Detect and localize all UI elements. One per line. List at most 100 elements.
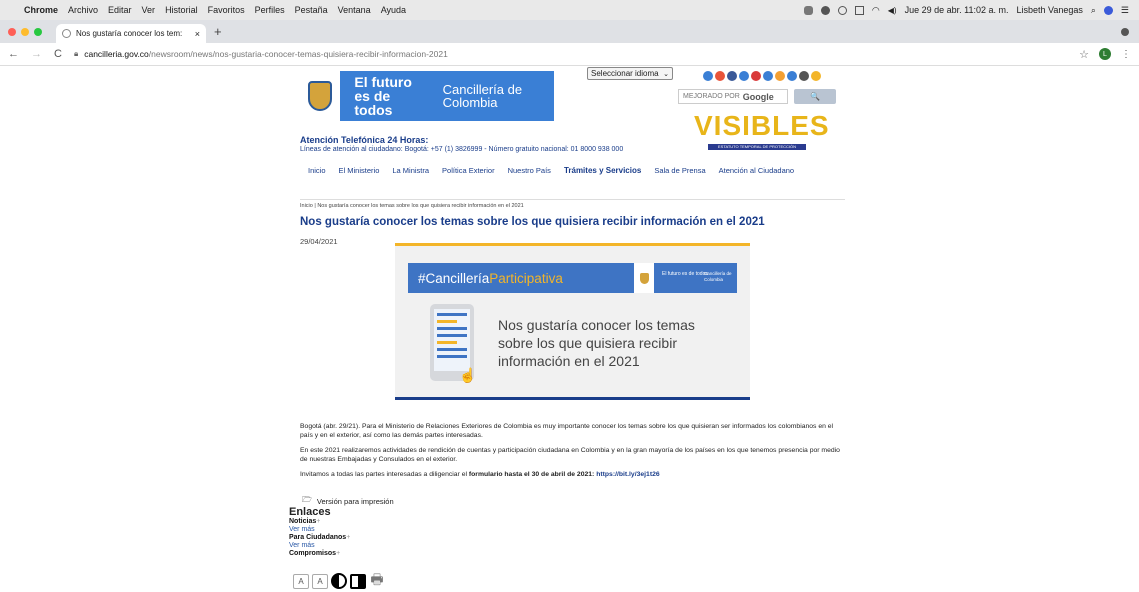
menu-perfiles[interactable]: Perfiles [255,5,285,15]
expand-plus-icon[interactable]: + [336,550,340,557]
article-paragraph-1: Bogotá (abr. 29/21). Para el Ministerio … [300,423,834,439]
search-button[interactable]: 🔍 [794,89,836,104]
increase-font-button[interactable]: A [293,573,309,589]
wifi-icon[interactable]: ◠ [872,5,880,16]
grayscale-icon[interactable] [350,573,366,589]
nav-politica-exterior[interactable]: Política Exterior [442,166,495,175]
decrease-font-button[interactable]: A [312,573,328,589]
cloud-icon[interactable] [820,5,830,15]
time-machine-icon[interactable] [837,5,847,15]
lock-icon[interactable]: 🔒︎ [74,49,78,59]
ciudadanos-label: Para Ciudadanos [289,534,347,541]
hashtag-part-b: Participativa [489,270,563,286]
menu-pestana[interactable]: Pestaña [295,5,328,15]
enlaces-compromisos[interactable]: Compromisos+ [289,550,489,558]
article-date: 29/04/2021 [300,237,338,246]
gov-banner-logo[interactable]: El futuro es de todos Cancillería de Col… [300,71,554,121]
bookmark-star-icon[interactable]: ☆ [1079,48,1089,61]
site-favicon-icon [62,29,71,38]
social-network-icon[interactable] [751,71,761,81]
menu-ayuda[interactable]: Ayuda [381,5,406,15]
nav-el-ministerio[interactable]: El Ministerio [339,166,380,175]
browser-tab-active[interactable]: Nos gustaría conocer los tem: × [56,24,206,43]
menu-favoritos[interactable]: Favoritos [208,5,245,15]
expand-plus-icon[interactable]: + [346,534,350,541]
siri-icon[interactable] [1103,5,1113,15]
tab-search-icon[interactable] [1121,27,1129,36]
article-paragraph-3: Invitamos a todas las partes interesadas… [300,470,845,479]
mini-shield-icon [634,263,654,293]
url-text[interactable]: cancilleria.gov.co/newsroom/news/nos-gus… [84,49,448,59]
expand-plus-icon[interactable]: + [316,518,320,525]
menu-archivo[interactable]: Archivo [68,5,98,15]
new-tab-button[interactable]: + [214,24,222,39]
control-center-icon[interactable]: ☰ [1121,5,1129,16]
breadcrumb[interactable]: Inicio | Nos gustaría conocer los temas … [300,199,845,209]
social-network-icon[interactable] [811,71,821,81]
back-arrow-icon[interactable]: ← [8,48,19,60]
google-brand: Google [742,91,774,102]
ver-mas-ciudadanos-link[interactable]: Ver más [289,542,489,550]
visibles-word: VISIBLES [694,110,830,141]
visibles-banner[interactable]: VISIBLES ESTATUTO TEMPORAL DE PROTECCIÓN [694,110,842,156]
social-network-icon[interactable] [799,71,809,81]
menubar-datetime[interactable]: Jue 29 de abr. 11:02 a. m. [905,5,1009,15]
futuro-tagline: El futuro es de todos [354,74,412,118]
chrome-menu-icon[interactable]: ⋮ [1121,49,1131,60]
nav-atencion-al-ciudadano[interactable]: Atención al Ciudadano [719,166,794,175]
article-body: Bogotá (abr. 29/21). Para el Ministerio … [300,422,845,485]
minimize-window-button[interactable] [21,27,29,36]
menu-historial[interactable]: Historial [165,5,198,15]
search-input[interactable]: MEJORADO POR Google [678,89,788,104]
pointer-hand-icon: ☝ [459,367,477,383]
enlaces-ciudadanos[interactable]: Para Ciudadanos+ [289,534,489,542]
nav-tramites-y-servicios[interactable]: Trámites y Servicios [564,166,641,175]
forward-arrow-icon[interactable]: → [31,48,42,60]
ver-mas-noticias-link[interactable]: Ver más [289,526,489,534]
form-link[interactable]: https://bit.ly/3ej1t26 [596,471,659,478]
bluetooth-icon[interactable] [854,5,864,15]
contrast-icon[interactable] [331,573,347,589]
image-cancilleria: Cancillería de Colombia [704,271,732,282]
macos-menubar: Chrome Archivo Editar Ver Historial Favo… [0,0,1139,20]
tab-title: Nos gustaría conocer los tem: [76,29,183,38]
social-network-icon[interactable] [763,71,773,81]
zoom-window-button[interactable] [34,27,42,36]
print-icon[interactable]: 🖶 [369,571,385,589]
status-app-icon[interactable] [803,5,813,15]
menu-ver[interactable]: Ver [142,5,156,15]
enlaces-noticias[interactable]: Noticias+ [289,518,489,526]
social-network-icon[interactable] [703,71,713,81]
nav-nuestro-pais[interactable]: Nuestro País [508,166,551,175]
profile-avatar[interactable]: L [1099,48,1111,60]
enlaces-heading: Enlaces [289,506,331,518]
url-path: /newsroom/news/nos-gustaria-conocer-tema… [148,49,448,59]
enlaces-section: Enlaces Noticias+ Ver más Para Ciudadano… [289,506,489,558]
atencion-lineas: Líneas de atención al ciudadano: Bogotá:… [300,146,624,153]
close-window-button[interactable] [8,27,16,36]
language-select[interactable]: Seleccionar idioma ⌄ [587,67,673,80]
social-network-icon[interactable] [727,71,737,81]
image-message: Nos gustaría conocer los temas sobre los… [498,317,695,369]
article-title: Nos gustaría conocer los temas sobre los… [300,216,765,228]
menubar-user[interactable]: Lisbeth Vanegas [1016,5,1082,15]
menu-app-name[interactable]: Chrome [24,5,58,15]
social-network-icon[interactable] [775,71,785,81]
social-network-icon[interactable] [787,71,797,81]
nav-sala-de-prensa[interactable]: Sala de Prensa [654,166,705,175]
reload-icon[interactable]: C [54,48,62,60]
article-feature-image: #CancilleríaParticipativa El futuro es d… [395,243,750,400]
volume-icon[interactable]: ◀) [888,6,897,15]
browser-toolbar: ← → C 🔒︎ cancilleria.gov.co/newsroom/new… [0,43,1139,66]
menu-ventana[interactable]: Ventana [338,5,371,15]
tab-close-icon[interactable]: × [195,29,200,39]
menu-editar[interactable]: Editar [108,5,132,15]
spotlight-icon[interactable]: ⌕ [1091,5,1096,16]
address-bar[interactable]: 🔒︎ cancilleria.gov.co/newsroom/news/nos-… [74,46,1079,63]
nav-la-ministra[interactable]: La Ministra [392,166,429,175]
social-network-icon[interactable] [739,71,749,81]
social-icons [703,71,821,81]
p3-bold: formulario hasta el 30 de abril de 2021: [468,471,595,478]
nav-inicio[interactable]: Inicio [308,166,326,175]
social-network-icon[interactable] [715,71,725,81]
